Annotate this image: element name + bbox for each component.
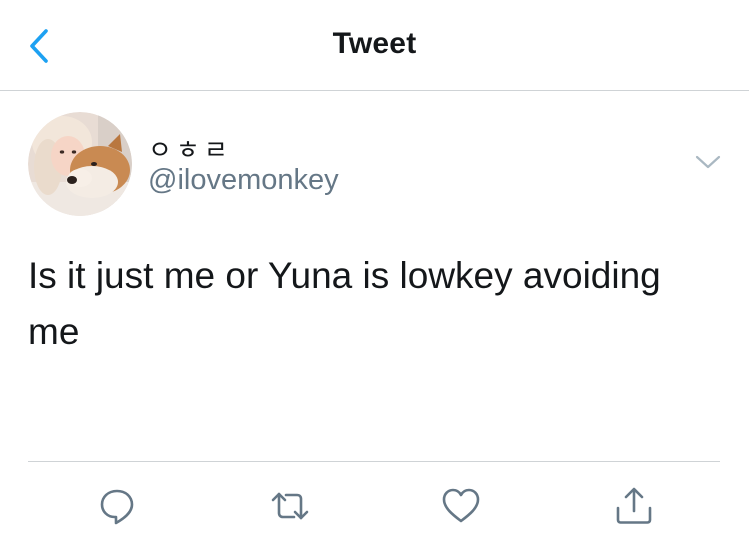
retweet-button[interactable] [270,486,310,526]
reply-icon [100,489,134,525]
avatar-photo [28,112,132,216]
tweet-text: Is it just me or Yuna is lowkey avoiding… [28,255,661,352]
more-options-button[interactable] [694,152,722,172]
reply-button[interactable] [97,486,137,526]
share-button[interactable] [614,486,654,526]
avatar[interactable] [28,112,132,216]
heart-icon [442,488,480,523]
tweet-detail-screen: Tweet ㅇㅎㄹ @ilovemonkey Is it just me or … [0,0,749,546]
like-button[interactable] [441,486,481,526]
retweet-icon [271,492,309,520]
user-handle[interactable]: @ilovemonkey [148,164,339,197]
navigation-header: Tweet [0,0,749,91]
display-name[interactable]: ㅇㅎㄹ [148,130,232,167]
share-icon [616,487,652,524]
page-title: Tweet [332,27,417,60]
divider [28,461,720,462]
chevron-down-icon [695,155,721,169]
